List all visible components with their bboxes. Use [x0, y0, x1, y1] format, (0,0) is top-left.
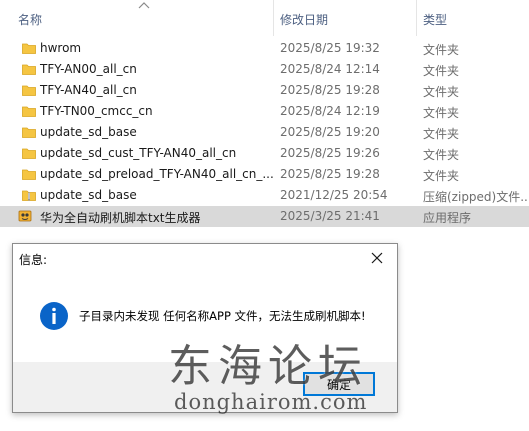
- column-divider[interactable]: [273, 0, 274, 36]
- file-type: 文件夹: [423, 43, 460, 57]
- column-divider[interactable]: [416, 0, 417, 36]
- file-row[interactable]: update_sd_base 2025/8/25 19:20 文件夹: [0, 122, 529, 143]
- info-icon: [40, 302, 68, 330]
- zip-folder-icon: [22, 190, 36, 201]
- dialog-title: 信息:: [19, 253, 48, 267]
- file-row[interactable]: TFY-AN40_all_cn 2025/8/25 19:28 文件夹: [0, 80, 529, 101]
- file-date: 2025/8/24 12:19: [280, 104, 380, 118]
- file-date: 2025/8/25 19:28: [280, 83, 380, 97]
- app-icon: [18, 210, 32, 222]
- folder-icon: [22, 106, 36, 117]
- column-header-date[interactable]: 修改日期: [280, 11, 328, 28]
- file-name: TFY-AN00_all_cn: [40, 62, 137, 76]
- file-type: 应用程序: [423, 211, 472, 225]
- file-row[interactable]: hwrom 2025/8/25 19:32 文件夹: [0, 38, 529, 59]
- file-name: TFY-AN40_all_cn: [40, 83, 137, 97]
- column-header-type[interactable]: 类型: [423, 11, 447, 28]
- file-name: hwrom: [40, 41, 82, 55]
- file-row[interactable]: update_sd_base 2021/12/25 20:54 压缩(zippe…: [0, 185, 529, 206]
- file-date: 2025/8/25 19:26: [280, 146, 380, 160]
- file-type: 文件夹: [423, 85, 460, 99]
- file-name: 华为全自动刷机脚本txt生成器: [40, 211, 201, 225]
- folder-icon: [22, 85, 36, 96]
- file-type: 文件夹: [423, 169, 460, 183]
- folder-icon: [22, 148, 36, 159]
- file-date: 2025/8/25 19:20: [280, 125, 380, 139]
- folder-icon: [22, 127, 36, 138]
- file-row[interactable]: TFY-AN00_all_cn 2025/8/24 12:14 文件夹: [0, 59, 529, 80]
- file-type: 文件夹: [423, 127, 460, 141]
- file-list: hwrom 2025/8/25 19:32 文件夹 TFY-AN00_all_c…: [0, 38, 529, 227]
- file-row[interactable]: update_sd_preload_TFY-AN40_all_cn_... 20…: [0, 164, 529, 185]
- file-name: update_sd_base: [40, 125, 137, 139]
- sort-ascending-icon[interactable]: [138, 1, 150, 9]
- file-row-selected[interactable]: 华为全自动刷机脚本txt生成器 2025/3/25 21:41 应用程序: [0, 206, 529, 227]
- column-header-name[interactable]: 名称: [18, 11, 42, 28]
- watermark: 东海论坛 donghairom.com: [150, 330, 370, 425]
- file-date: 2025/8/24 12:14: [280, 62, 380, 76]
- watermark-url: donghairom.com: [174, 390, 368, 414]
- file-name: update_sd_cust_TFY-AN40_all_cn: [40, 146, 237, 160]
- file-type: 文件夹: [423, 148, 460, 162]
- file-date: 2025/8/25 19:28: [280, 167, 380, 181]
- dialog-message: 子目录内未发现 任何名称APP 文件，无法生成刷机脚本!: [79, 309, 366, 323]
- file-name: TFY-TN00_cmcc_cn: [40, 104, 153, 118]
- dialog-titlebar[interactable]: 信息:: [13, 244, 397, 272]
- file-type: 文件夹: [423, 106, 460, 120]
- file-date: 2025/8/25 19:32: [280, 41, 380, 55]
- file-date: 2021/12/25 20:54: [280, 188, 388, 202]
- folder-icon: [22, 43, 36, 54]
- file-row[interactable]: TFY-TN00_cmcc_cn 2025/8/24 12:19 文件夹: [0, 101, 529, 122]
- file-name: update_sd_preload_TFY-AN40_all_cn_...: [40, 167, 274, 181]
- watermark-chinese: 东海论坛: [168, 341, 368, 392]
- folder-icon: [22, 64, 36, 75]
- file-type: 文件夹: [423, 64, 460, 78]
- file-type: 压缩(zipped)文件...: [423, 190, 529, 204]
- file-list-header: 名称 修改日期 类型: [0, 0, 529, 36]
- file-name: update_sd_base: [40, 188, 137, 202]
- folder-icon: [22, 169, 36, 180]
- close-icon[interactable]: [368, 249, 386, 267]
- file-row[interactable]: update_sd_cust_TFY-AN40_all_cn 2025/8/25…: [0, 143, 529, 164]
- file-date: 2025/3/25 21:41: [280, 209, 380, 223]
